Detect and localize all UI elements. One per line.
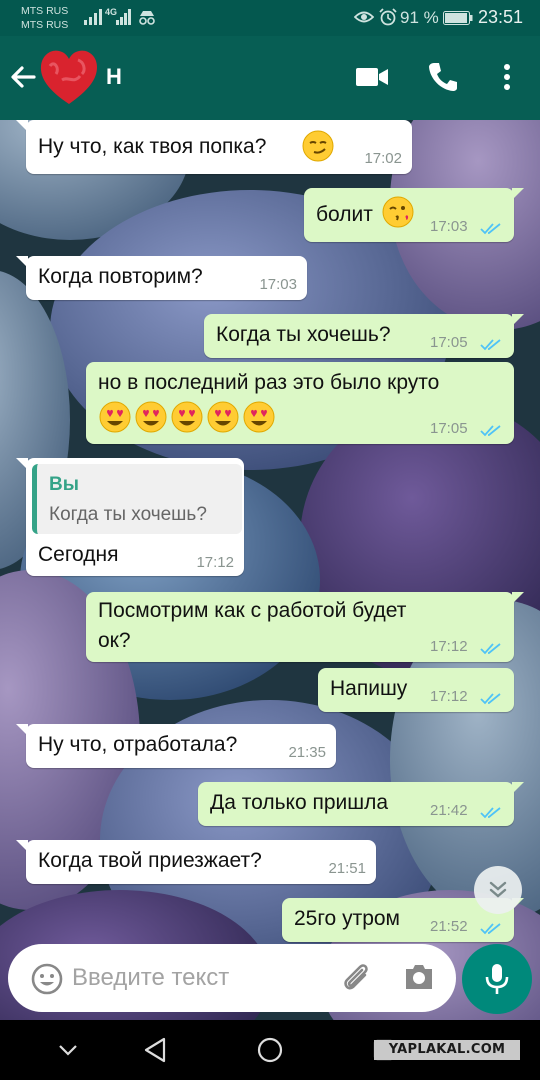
heart-eyes-emoji-icon [171, 401, 203, 433]
more-vert-icon[interactable] [494, 60, 520, 94]
heart-eyes-emoji-icon [243, 401, 275, 433]
bubble-tail [16, 458, 28, 470]
message-time: 17:12 [430, 638, 468, 655]
message-outgoing[interactable]: Напишу 17:12 [318, 668, 514, 712]
message-composer[interactable]: Введите текст [8, 944, 456, 1012]
watermark: YAPLAKAL.COM [374, 1040, 520, 1060]
message-time: 17:03 [430, 218, 468, 235]
bubble-tail [512, 782, 524, 794]
status-bar: MTS RUS MTS RUS 4G 91 % 23:51 [0, 0, 540, 36]
message-text: болит [316, 203, 373, 226]
chevron-down-icon[interactable] [56, 1038, 80, 1062]
message-text: Напишу [330, 677, 408, 700]
bubble-tail [16, 724, 28, 736]
battery-icon [443, 11, 473, 25]
heart-eyes-emoji-row [99, 401, 275, 433]
message-incoming[interactable]: Когда повторим? 17:03 [16, 256, 307, 300]
message-outgoing[interactable]: Да только пришла 21:42 [198, 782, 524, 826]
message-time: 21:42 [430, 802, 468, 819]
message-text-line-1: Посмотрим как с работой будет [98, 599, 407, 622]
message-outgoing[interactable]: Посмотрим как с работой будет ок? 17:12 [86, 592, 524, 662]
bubble-tail [512, 188, 524, 200]
battery-percent: 91 % [400, 8, 439, 27]
message-time: 17:05 [430, 420, 468, 437]
signal-icon [84, 9, 102, 25]
system-nav-bar: YAPLAKAL.COM [0, 1020, 540, 1080]
message-time: 17:12 [196, 554, 234, 571]
bubble-tail [16, 256, 28, 268]
message-text: Ну что, отработала? [38, 733, 238, 756]
message-text: Да только пришла [210, 791, 389, 814]
message-incoming[interactable]: Ну что, как твоя попка? 17:02 [16, 120, 412, 174]
scroll-to-bottom-button[interactable] [474, 866, 522, 914]
read-ticks-icon [480, 223, 501, 235]
heart-eyes-emoji-icon [207, 401, 239, 433]
read-ticks-icon [480, 923, 501, 935]
paperclip-icon[interactable] [338, 960, 374, 996]
message-time: 21:52 [430, 918, 468, 935]
read-ticks-icon [480, 807, 501, 819]
message-text: Когда повторим? [38, 265, 203, 288]
emoji-icon[interactable] [30, 962, 64, 996]
message-time: 21:35 [288, 744, 326, 761]
heart-eyes-emoji-icon [99, 401, 131, 433]
mic-icon [485, 964, 509, 994]
read-ticks-icon [480, 339, 501, 351]
message-input[interactable]: Введите текст [72, 964, 229, 992]
signal-2-icon [116, 9, 131, 25]
message-time: 17:02 [364, 150, 402, 167]
message-time: 21:51 [328, 860, 366, 877]
nav-back-icon[interactable] [142, 1036, 168, 1064]
quote-author: Вы [49, 474, 79, 495]
mic-button[interactable] [462, 944, 532, 1014]
message-incoming[interactable]: Ну что, отработала? 21:35 [16, 724, 336, 768]
message-text: но в последний раз это было круто [98, 371, 440, 394]
message-incoming-reply[interactable]: Вы Когда ты хочешь? Сегодня 17:12 [16, 458, 244, 576]
chat-header: Н [0, 36, 540, 120]
phone-icon[interactable] [426, 60, 460, 94]
message-text: 25го утром [294, 907, 400, 930]
message-text: Сегодня [38, 543, 119, 566]
message-outgoing[interactable]: Когда ты хочешь? 17:05 [204, 314, 524, 358]
back-arrow-icon[interactable] [6, 60, 40, 94]
message-outgoing[interactable]: болит 17:03 [304, 188, 524, 242]
message-outgoing[interactable]: но в последний раз это было круто 17:05 [86, 362, 514, 444]
carrier-2: MTS RUS [21, 19, 69, 31]
bubble-tail [512, 592, 524, 604]
avatar[interactable] [38, 46, 100, 108]
message-text: Когда ты хочешь? [216, 323, 391, 346]
chat-area[interactable]: Ну что, как твоя попка? 17:02 болит 17:0… [0, 120, 540, 1020]
kiss-wink-emoji-icon [382, 196, 414, 228]
message-time: 17:05 [430, 334, 468, 351]
read-ticks-icon [480, 693, 501, 705]
bubble-tail [16, 120, 28, 132]
carrier-1: MTS RUS [21, 5, 69, 17]
message-text-line-2: ок? [98, 629, 131, 652]
contact-name[interactable]: Н [106, 64, 122, 90]
incognito-icon [139, 11, 155, 25]
message-text: Когда твой приезжает? [38, 849, 262, 872]
heart-eyes-emoji-icon [135, 401, 167, 433]
video-call-icon[interactable] [354, 62, 390, 92]
message-incoming[interactable]: Когда твой приезжает? 21:51 [16, 840, 376, 884]
message-time: 17:12 [430, 688, 468, 705]
smirk-emoji-icon [302, 130, 334, 162]
quoted-message[interactable]: Вы Когда ты хочешь? [32, 464, 242, 534]
bubble-tail [16, 840, 28, 852]
message-text: Ну что, как твоя попка? [38, 135, 267, 158]
bubble-tail [512, 314, 524, 326]
message-time: 17:03 [259, 276, 297, 293]
read-ticks-icon [480, 425, 501, 437]
nav-home-icon[interactable] [256, 1036, 284, 1064]
double-chevron-down-icon [489, 881, 507, 898]
eye-comfort-icon [354, 11, 374, 23]
alarm-icon [379, 8, 397, 26]
camera-icon[interactable] [402, 960, 436, 994]
read-ticks-icon [480, 643, 501, 655]
status-clock: 23:51 [478, 7, 524, 27]
carrier-labels: MTS RUS MTS RUS [21, 4, 68, 32]
quote-text: Когда ты хочешь? [49, 504, 207, 525]
